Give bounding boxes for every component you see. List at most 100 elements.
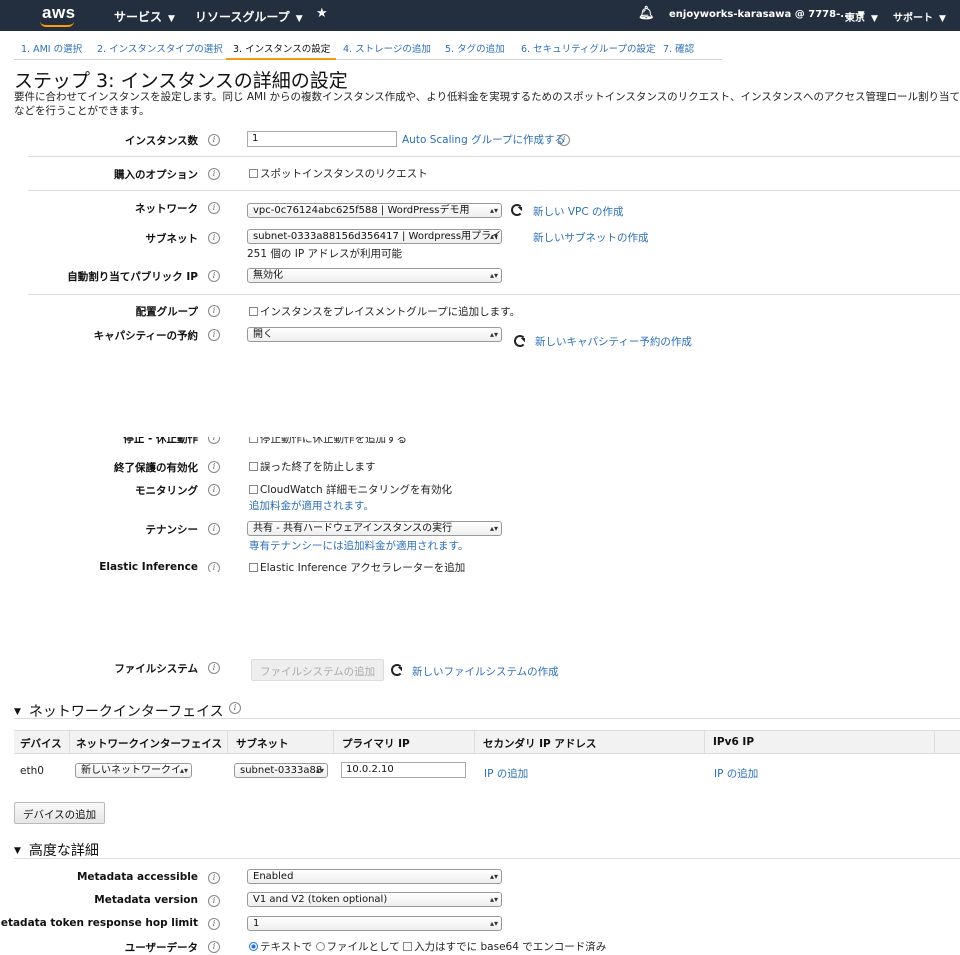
column-divider [474,731,475,754]
info-icon[interactable]: i [208,134,220,146]
network-select[interactable]: vpc-0c76124abc625f588 | WordPressデモ用 ▴▾ [247,203,502,218]
metadata-accessible-select[interactable]: Enabled ▴▾ [247,869,502,884]
chevron-down-icon: ▼ [939,14,946,24]
step-tab-ami[interactable]: 1. AMI の選択 [14,38,90,60]
spot-request-checkbox[interactable]: スポットインスタンスのリクエスト [249,166,428,181]
radio-selected[interactable] [249,942,258,951]
bell-icon[interactable]: 🔔︎ [638,6,655,21]
pin-star-icon[interactable]: ★ [316,6,328,21]
info-icon[interactable]: i [208,941,220,953]
select-arrows-icon: ▴▾ [489,271,498,280]
services-menu-label: サービス [114,10,163,24]
step-tab-tags[interactable]: 5. タグの追加 [438,38,514,60]
region-menu-label: 東京 [845,13,865,24]
metadata-accessible-label: Metadata accessible [76,871,198,883]
add-secondary-ip-link[interactable]: IP の追加 [484,766,528,781]
capacity-reservation-value: 開く [253,329,273,340]
info-icon[interactable]: i [208,523,220,535]
hop-limit-select[interactable]: 1 ▴▾ [247,916,502,931]
info-icon[interactable]: i [208,484,220,496]
services-menu[interactable]: サービス ▼ [114,8,175,25]
auto-public-ip-select[interactable]: 無効化 ▴▾ [247,268,502,283]
create-capacity-reservation-link[interactable]: 新しいキャパシティー予約の作成 [535,334,692,349]
info-icon[interactable]: i [208,895,220,907]
info-icon[interactable]: i [208,329,220,341]
refresh-icon[interactable] [391,664,403,676]
create-vpc-link[interactable]: 新しい VPC の作成 [533,204,624,219]
radio[interactable] [315,942,325,951]
add-ipv6-link[interactable]: IP の追加 [714,766,758,781]
info-icon[interactable]: i [208,202,220,214]
instance-count-label: インスタンス数 [124,135,198,147]
step-tab-storage[interactable]: 4. ストレージの追加 [336,38,438,60]
checkbox[interactable] [249,485,258,494]
select-arrows-icon: ▴▾ [489,206,498,215]
info-icon[interactable]: i [208,168,220,180]
divider [14,718,960,719]
info-icon[interactable]: i [229,702,241,714]
instance-count-input[interactable]: 1 [247,131,397,147]
info-icon[interactable]: i [208,270,220,282]
info-icon[interactable]: i [208,437,220,444]
select-arrows-icon: ▴▾ [489,524,498,533]
elastic-inference-checkbox[interactable]: Elastic Inference アクセラレーターを追加 [249,560,465,572]
refresh-icon[interactable] [511,204,523,216]
metadata-version-select[interactable]: V1 and V2 (token optional) ▴▾ [247,892,502,907]
step-tab-review[interactable]: 7. 確認 [656,38,722,60]
auto-scaling-link[interactable]: Auto Scaling グループに作成する [402,132,565,147]
dedicated-tenancy-charges-link[interactable]: 専有テナンシーには追加料金が適用されます。 [249,538,468,553]
resource-groups-menu-label: リソースグループ [195,10,290,24]
elastic-inference-row: Elastic Inference i Elastic Inference アク… [0,558,960,572]
info-icon[interactable]: i [208,305,220,317]
info-icon[interactable]: i [208,562,220,572]
tenancy-label: テナンシー [145,524,199,536]
info-icon[interactable]: i [558,134,570,146]
detailed-monitoring-checkbox[interactable]: CloudWatch 詳細モニタリングを有効化 [249,482,452,497]
checkbox[interactable] [249,563,258,572]
col-device: デバイス [20,738,62,750]
primary-ip-input[interactable]: 10.0.2.10 [341,762,466,778]
user-data-text-radio[interactable]: テキストで [249,941,312,953]
select-arrows-icon: ▴▾ [489,895,498,904]
tenancy-select[interactable]: 共有 - 共有ハードウェアインスタンスの実行 ▴▾ [247,521,502,536]
capacity-reservation-select[interactable]: 開く ▴▾ [247,327,502,342]
metadata-version-value: V1 and V2 (token optional) [253,894,388,905]
resource-groups-menu[interactable]: リソースグループ ▼ [195,8,303,25]
info-icon[interactable]: i [208,918,220,930]
network-interfaces-table-header: デバイス ネットワークインターフェイス サブネット プライマリ IP セカンダリ… [14,730,960,754]
account-menu[interactable]: enjoyworks-karasawa @ 7778-... ▼ [669,9,865,20]
checkbox[interactable] [249,169,258,178]
subnet-select[interactable]: subnet-0333a88156d356417 | Wordpress用プライ… [247,229,502,244]
add-device-button[interactable]: デバイスの追加 [14,802,106,824]
aws-logo[interactable]: aws [42,3,76,23]
info-icon[interactable]: i [208,662,220,674]
checkbox[interactable] [403,942,413,951]
advanced-details-section-toggle[interactable]: ▼ 高度な詳細 [14,840,99,860]
step-tab-instance-type[interactable]: 2. インスタンスタイプの選択 [90,38,226,60]
step-tab-configure-instance[interactable]: 3. インスタンスの設定 [226,38,336,60]
create-file-system-link[interactable]: 新しいファイルシステムの作成 [412,664,559,679]
support-menu[interactable]: サポート ▼ [893,9,946,24]
stop-hibernate-checkbox[interactable]: 停止動作に休止動作を追加する [249,437,407,446]
checkbox[interactable] [249,307,258,316]
step-tab-security-group[interactable]: 6. セキュリティグループの設定 [514,38,656,60]
monitoring-charges-link[interactable]: 追加料金が適用されます。 [249,498,374,513]
placement-group-checkbox[interactable]: インスタンスをプレイスメントグループに追加します。 [249,304,520,319]
base64-checkbox[interactable]: 入力はすでに base64 でエンコード済み [403,941,606,953]
user-data-file-radio[interactable]: ファイルとして [315,941,400,953]
col-subnet: サブネット [236,738,289,750]
info-icon[interactable]: i [208,232,220,244]
termination-protection-checkbox[interactable]: 誤った終了を防止します [249,459,376,474]
row-subnet-select[interactable]: subnet-0333a88 ▴▾ [234,763,328,778]
checkbox[interactable] [249,437,258,443]
refresh-icon[interactable] [514,335,526,347]
network-interface-select[interactable]: 新しいネットワークイ ▴▾ [75,763,192,778]
add-file-system-button[interactable]: ファイルシステムの追加 [251,659,385,681]
stop-hibernate-row-clipped: 停止 - 休止動作 i 停止動作に休止動作を追加する [0,437,960,446]
row-subnet-value: subnet-0333a88 [240,765,323,776]
info-icon[interactable]: i [208,872,220,884]
create-subnet-link[interactable]: 新しいサブネットの作成 [533,230,649,245]
info-icon[interactable]: i [208,461,220,473]
checkbox[interactable] [249,462,258,471]
region-menu[interactable]: 東京 ▼ [845,9,878,24]
